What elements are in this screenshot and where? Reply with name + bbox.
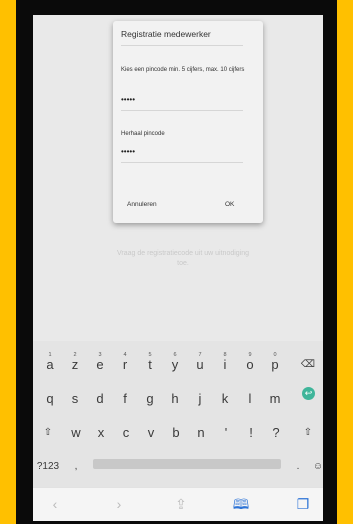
key-z[interactable]: 2z xyxy=(62,347,88,375)
ok-button[interactable]: OK xyxy=(225,201,234,208)
key-m[interactable]: m xyxy=(262,381,288,409)
key-l[interactable]: l xyxy=(237,381,263,409)
key-question[interactable]: ? xyxy=(263,415,289,443)
key-h[interactable]: h xyxy=(162,381,188,409)
emoji-key[interactable]: ☺ xyxy=(305,449,323,477)
key-r[interactable]: 4r xyxy=(112,347,138,375)
space-bar[interactable] xyxy=(93,459,281,469)
key-f[interactable]: f xyxy=(112,381,138,409)
background-hint-text: Vraag de registratiecode uit uw uitnodig… xyxy=(116,250,250,267)
key-e[interactable]: 3e xyxy=(87,347,113,375)
screen: Vraag de registratiecode uit uw uitnodig… xyxy=(33,15,323,521)
key-v[interactable]: v xyxy=(138,415,164,443)
back-icon[interactable]: ‹ xyxy=(43,494,67,514)
key-t[interactable]: 5t xyxy=(137,347,163,375)
keyboard-row-2: q s d f g h j k l m ↩ xyxy=(33,381,323,409)
repeat-pin-label: Herhaal pincode xyxy=(121,131,165,137)
shift-key-right[interactable]: ⇧ xyxy=(295,415,321,443)
key-a[interactable]: 1a xyxy=(37,347,63,375)
key-p[interactable]: 0p xyxy=(262,347,288,375)
pin-label: Kies een pincode min. 5 cijfers, max. 10… xyxy=(121,67,245,73)
key-n[interactable]: n xyxy=(188,415,214,443)
key-o[interactable]: 9o xyxy=(237,347,263,375)
registration-dialog: Registratie medewerker Kies een pincode … xyxy=(113,21,263,223)
key-j[interactable]: j xyxy=(187,381,213,409)
key-q[interactable]: q xyxy=(37,381,63,409)
keyboard-row-1: 1 a 2 z 3 e 4 r 5 t 6 y 7 u 8 i 9 o 0 p ⌫ xyxy=(33,347,323,375)
repeat-pin-input[interactable]: ••••• xyxy=(121,147,243,159)
repeat-pin-input-underline xyxy=(121,162,243,163)
keyboard: 1 a 2 z 3 e 4 r 5 t 6 y 7 u 8 i 9 o 0 p ⌫ q s d f g h j k l m ↩ ⇧ w x c v b… xyxy=(33,341,323,487)
key-b[interactable]: b xyxy=(163,415,189,443)
browser-nav-bar: ‹ › ⇪ 🕮 ❐ xyxy=(33,487,323,521)
backspace-key[interactable]: ⌫ xyxy=(295,347,321,375)
key-y[interactable]: 6y xyxy=(162,347,188,375)
shift-key-left[interactable]: ⇧ xyxy=(35,415,61,443)
comma-key[interactable]: , xyxy=(63,449,89,477)
title-divider xyxy=(121,45,243,46)
key-i[interactable]: 8i xyxy=(212,347,238,375)
key-x[interactable]: x xyxy=(88,415,114,443)
keyboard-row-4: ?123 , . ☺ xyxy=(33,449,323,477)
keyboard-row-3: ⇧ w x c v b n '!? ⇧ xyxy=(33,415,323,443)
pin-input[interactable]: ••••• xyxy=(121,95,243,107)
key-exclamation[interactable]: ! xyxy=(238,415,264,443)
symbols-key[interactable]: ?123 xyxy=(35,449,61,477)
key-g[interactable]: g xyxy=(137,381,163,409)
pin-input-underline xyxy=(121,110,243,111)
key-c[interactable]: c xyxy=(113,415,139,443)
key-s[interactable]: s xyxy=(62,381,88,409)
cancel-button[interactable]: Annuleren xyxy=(127,201,157,208)
key-d[interactable]: d xyxy=(87,381,113,409)
dialog-title: Registratie medewerker xyxy=(121,29,211,39)
enter-key[interactable]: ↩ xyxy=(295,381,321,409)
tabs-icon[interactable]: ❐ xyxy=(291,494,315,514)
bookmarks-icon[interactable]: 🕮 xyxy=(229,494,253,514)
key-w[interactable]: w xyxy=(63,415,89,443)
key-u[interactable]: 7u xyxy=(187,347,213,375)
key-apostrophe[interactable]: ' xyxy=(213,415,239,443)
share-icon[interactable]: ⇪ xyxy=(169,494,193,514)
forward-icon[interactable]: › xyxy=(107,494,131,514)
key-k[interactable]: k xyxy=(212,381,238,409)
enter-icon: ↩ xyxy=(302,387,315,400)
